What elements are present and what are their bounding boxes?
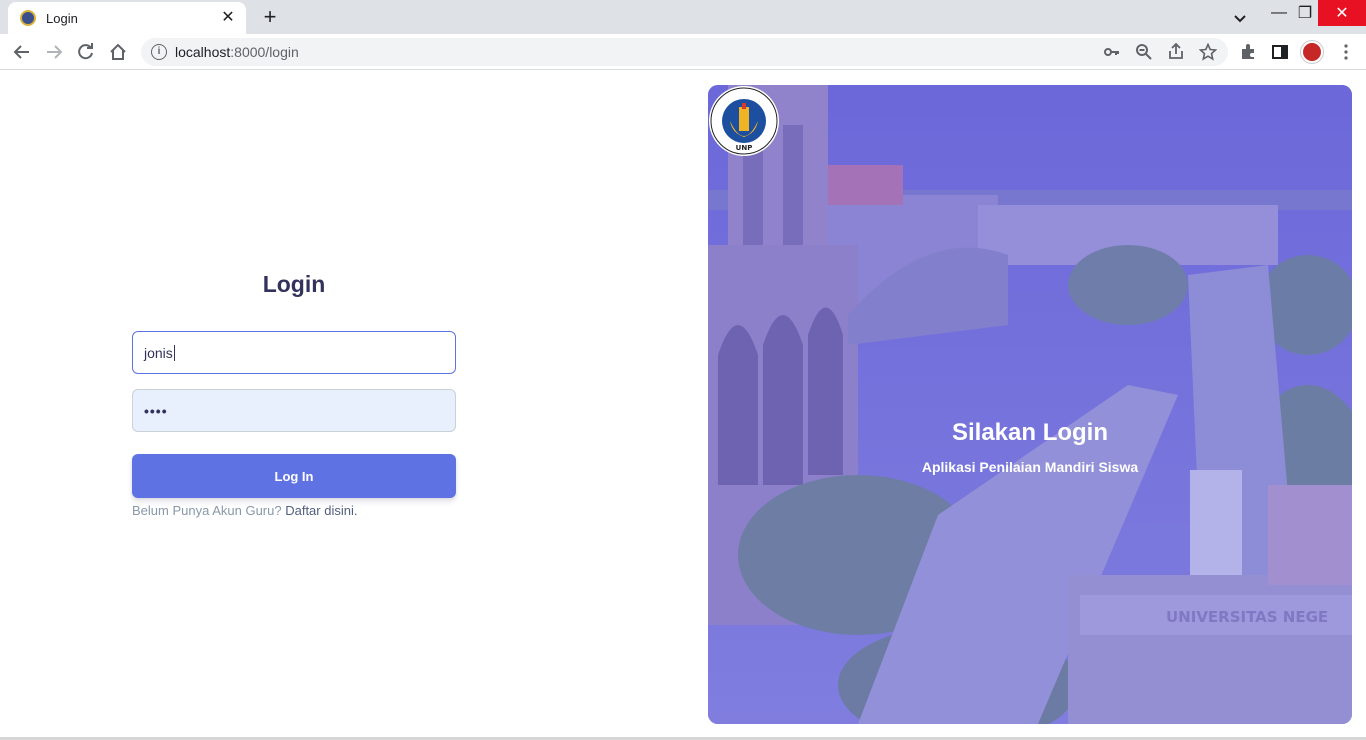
url-path: :8000/login [230,44,299,60]
sidepanel-icon[interactable] [1270,42,1290,62]
register-link[interactable]: Daftar disini. [285,503,357,518]
tab-search-icon[interactable] [1230,8,1250,28]
hero-title: Silakan Login [951,419,1109,446]
info-icon[interactable]: i [151,44,167,60]
forward-icon[interactable] [44,42,64,62]
tab-title: Login [46,10,78,26]
browser-tab[interactable]: Login ✕ [8,2,246,34]
share-icon[interactable] [1166,42,1186,62]
home-icon[interactable] [108,42,128,62]
favicon-icon [20,10,36,26]
page-content: Login jonis •••• Log In Belum Punya Akun… [0,71,1366,740]
new-tab-button[interactable]: + [258,6,282,30]
menu-icon[interactable] [1336,42,1356,62]
back-icon[interactable] [12,42,32,62]
url-host: localhost [175,44,231,60]
zoom-icon[interactable] [1134,42,1154,62]
text-caret [173,344,175,361]
login-button[interactable]: Log In [132,454,456,498]
browser-toolbar: i localhost :8000/login [0,34,1366,70]
reload-icon[interactable] [76,42,96,62]
extensions-icon[interactable] [1238,42,1258,62]
close-window-button[interactable]: ✕ [1318,0,1366,26]
unp-logo: UNP [709,86,779,156]
address-bar[interactable]: i localhost :8000/login [141,38,1228,66]
seal-bottom-text: UNP [736,144,753,152]
tab-close-icon[interactable]: ✕ [220,10,236,26]
register-prompt: Belum Punya Akun Guru? Daftar disini. [132,503,357,518]
hero-overlay [708,85,1352,724]
password-input[interactable]: •••• [132,389,456,432]
star-icon[interactable] [1198,42,1218,62]
password-value: •••• [144,402,168,419]
hero-subtitle: Aplikasi Penilaian Mandiri Siswa [921,459,1139,475]
key-icon[interactable] [1102,42,1122,62]
hero-image-panel: UNIVERSITAS NEGE UNP Silakan Login Aplik… [708,85,1352,724]
avatar[interactable] [1301,41,1323,63]
username-input[interactable]: jonis [132,331,456,374]
login-title: Login [262,271,326,297]
register-prompt-text: Belum Punya Akun Guru? [132,503,282,518]
username-value: jonis [144,344,173,361]
tab-strip: Login ✕ + — ❐ ✕ [0,0,1366,34]
